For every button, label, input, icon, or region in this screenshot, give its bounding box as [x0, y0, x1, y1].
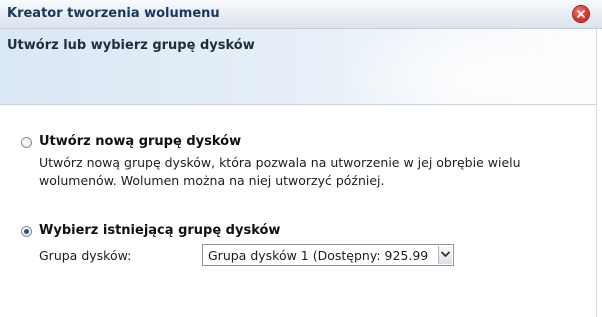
disk-group-selected-value: Grupa dysków 1 (Dostępny: 925.99 — [208, 248, 429, 263]
create-new-label[interactable]: Utwórz nową grupę dysków — [39, 134, 241, 149]
window-title: Kreator tworzenia wolumenu — [7, 6, 220, 21]
dropdown-button[interactable] — [438, 246, 452, 264]
choose-existing-radio[interactable] — [21, 226, 32, 237]
create-new-radio[interactable] — [21, 137, 32, 148]
window-edge — [596, 29, 602, 317]
title-bar: Kreator tworzenia wolumenu — [0, 0, 602, 29]
create-new-description: Utwórz nową grupę dysków, która pozwala … — [39, 155, 521, 188]
choose-existing-label[interactable]: Wybierz istniejącą grupę dysków — [39, 223, 280, 238]
close-button[interactable] — [573, 6, 589, 22]
chevron-down-icon — [441, 251, 450, 257]
disk-group-label: Grupa dysków: — [39, 248, 132, 263]
wizard-header: Utwórz lub wybierz grupę dysków — [0, 29, 602, 105]
step-title: Utwórz lub wybierz grupę dysków — [7, 38, 255, 53]
close-icon — [577, 10, 585, 18]
disk-group-select[interactable]: Grupa dysków 1 (Dostępny: 925.99 — [202, 244, 454, 266]
header-decoration — [332, 29, 602, 104]
volume-wizard-window: Kreator tworzenia wolumenu Utwórz lub wy… — [0, 0, 602, 317]
